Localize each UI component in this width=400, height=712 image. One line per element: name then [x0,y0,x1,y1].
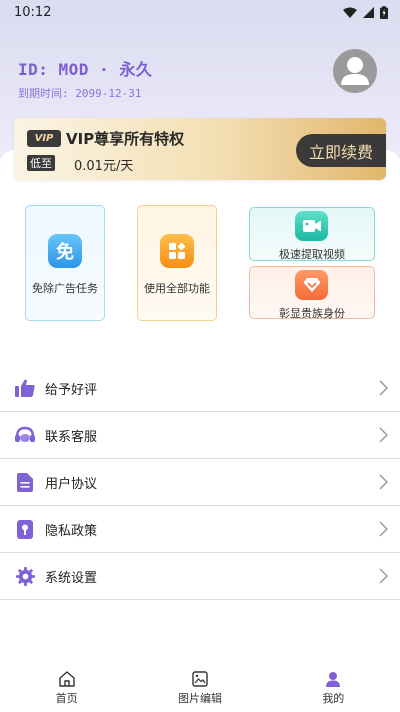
chevron-right-icon [379,427,388,443]
nav-label: 图片编辑 [177,691,222,705]
chevron-right-icon [379,380,388,396]
renew-button[interactable]: 立即续费 [296,134,386,167]
grid-icon [160,234,194,268]
status-icons [343,5,388,19]
nav-label: 首页 [55,691,78,705]
feature-extract-video[interactable]: 极速提取视频 [249,207,375,261]
video-icon [295,211,328,241]
feature-free-ads[interactable]: 免 免除广告任务 [25,205,105,321]
price-tag: 低至 [27,155,55,171]
chevron-right-icon [379,474,388,490]
status-time: 10:12 [14,4,52,20]
nav-home[interactable]: 首页 [0,664,133,712]
free-icon: 免 [48,234,82,268]
expire-date: 到期时间: 2099-12-31 [18,87,142,100]
menu-item-support[interactable]: 联系客服 [0,412,400,459]
lock-icon [15,519,35,539]
menu-label: 隐私政策 [45,523,98,539]
feature-vip-identity[interactable]: 彰显贵族身份 [249,266,375,320]
menu-item-user-agreement[interactable]: 用户协议 [0,459,400,506]
nav-mine[interactable]: 我的 [267,664,400,712]
profile-info: ID: MOD · 永久 到期时间: 2099-12-31 [18,56,152,101]
document-icon [15,472,35,492]
feature-label: 使用全部功能 [144,282,210,295]
feature-all-functions[interactable]: 使用全部功能 [137,205,217,321]
vip-price: 0.01元/天 [74,159,134,174]
chevron-right-icon [379,521,388,537]
vip-badge: VIP [27,130,61,147]
nav-label: 我的 [322,691,345,705]
vip-card[interactable]: VIP VIP尊享所有特权 低至 0.01元/天 立即续费 [14,118,386,180]
wifi-icon [343,7,357,18]
chevron-right-icon [379,568,388,584]
menu-label: 联系客服 [45,429,98,445]
menu-label: 用户协议 [45,476,98,492]
bottom-navigation: 首页 图片编辑 我的 [0,664,400,712]
menu-label: 给予好评 [45,382,98,398]
nav-image-edit[interactable]: 图片编辑 [133,664,266,712]
gear-icon [15,566,35,586]
home-icon [58,670,75,687]
menu-item-settings[interactable]: 系统设置 [0,553,400,600]
thumbs-up-icon [15,378,35,398]
battery-icon [380,5,388,19]
menu-label: 系统设置 [45,570,98,586]
settings-menu: 给予好评 联系客服 用户协议 隐私政策 系统设置 [0,365,400,600]
menu-item-privacy-policy[interactable]: 隐私政策 [0,506,400,553]
feature-label: 极速提取视频 [279,248,345,261]
menu-item-rate[interactable]: 给予好评 [0,365,400,412]
vip-title: VIP尊享所有特权 [66,130,185,148]
image-edit-icon [192,670,208,687]
user-icon [326,671,341,687]
headset-icon [15,425,35,445]
feature-label: 彰显贵族身份 [279,307,345,320]
status-bar: 10:12 [0,0,400,24]
avatar[interactable] [333,49,377,93]
user-avatar-icon [341,57,369,85]
feature-label: 免除广告任务 [32,282,98,295]
signal-icon [363,6,374,18]
profile-id: ID: MOD · 永久 [18,60,153,79]
diamond-icon [295,270,328,300]
